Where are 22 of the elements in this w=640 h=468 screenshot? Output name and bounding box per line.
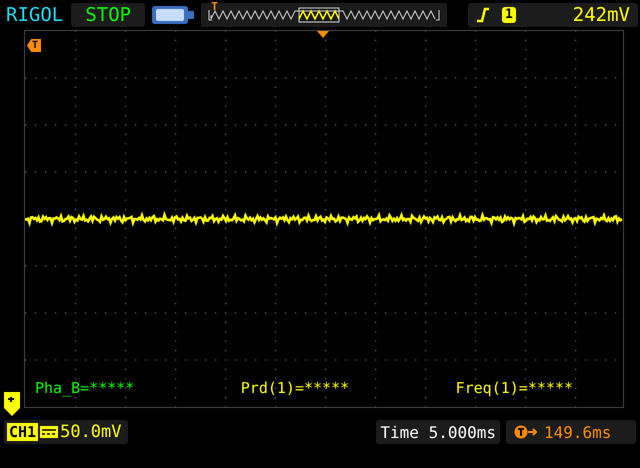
battery-icon <box>151 4 196 26</box>
run-state-label[interactable]: STOP <box>71 3 146 27</box>
trigger-offset-value: 149.6ms <box>544 422 612 442</box>
trigger-offset-panel[interactable]: 149.6ms <box>506 420 636 444</box>
trigger-offset-icon <box>514 425 538 439</box>
rising-edge-icon <box>476 7 490 23</box>
brand-logo: RIGOL <box>5 4 64 26</box>
channel-label: CH1 <box>7 423 38 441</box>
channel-scale-panel[interactable]: CH1 50.0mV <box>4 420 128 444</box>
trigger-panel[interactable]: 1 242mV <box>468 3 638 27</box>
measurement-readout: Pha_B=***** <box>35 379 134 397</box>
trigger-level-value: 242mV <box>572 4 630 26</box>
measurement-readout: Prd(1)=***** <box>240 379 350 397</box>
timebase-readout[interactable]: Time 5.000ms <box>376 420 500 444</box>
channel-marker-icon[interactable] <box>4 392 20 416</box>
channel-scale-value: 50.0mV <box>60 422 122 442</box>
measurement-readout: Freq(1)=***** <box>456 379 573 397</box>
trigger-level-mark[interactable]: T <box>27 39 42 52</box>
trigger-source-label: 1 <box>502 7 516 23</box>
coupling-icon <box>40 426 58 438</box>
trigger-position-mark: T <box>211 0 218 13</box>
trigger-time-marker-icon[interactable] <box>317 31 329 38</box>
